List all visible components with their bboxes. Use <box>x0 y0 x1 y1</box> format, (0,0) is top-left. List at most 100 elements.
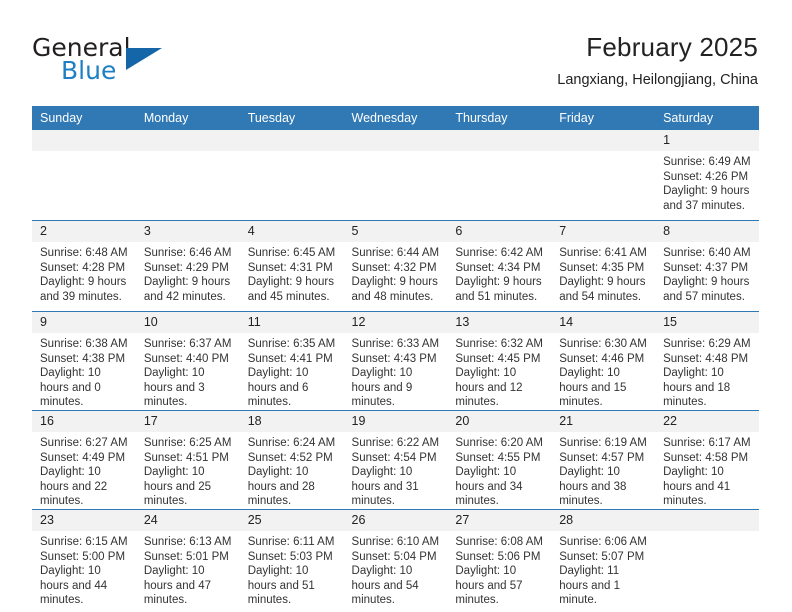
sunrise-text: Sunrise: 6:45 AM <box>247 247 336 259</box>
day-details: Sunrise: 6:27 AM Sunset: 4:49 PM Daylight:… <box>32 432 136 509</box>
day-number: 19 <box>343 410 448 432</box>
day-cell-inner: 14 Sunrise: 6:30 AM Sunset: 4:46 PM Dayligh… <box>551 312 656 410</box>
calendar-day-cell[interactable]: 4 Sunrise: 6:45 AM Sunset: 4:31 PM Daylight… <box>239 220 344 312</box>
calendar-day-cell[interactable]: 2 Sunrise: 6:48 AM Sunset: 4:28 PM Daylight… <box>32 220 136 312</box>
day-cell-inner <box>655 509 759 608</box>
calendar-day-cell[interactable]: 19 Sunrise: 6:22 AM Sunset: 4:54 PM Dayligh… <box>343 409 448 510</box>
calendar-day-cell[interactable]: 20 Sunrise: 6:20 AM Sunset: 4:55 PM Dayligh… <box>447 409 552 510</box>
sunrise-text: Sunrise: 6:27 AM <box>40 436 128 449</box>
calendar-day-cell-empty <box>135 130 240 221</box>
day-number: 26 <box>343 509 448 531</box>
daylight-text: Daylight: 10 hours and 41 minutes. <box>663 466 731 508</box>
day-cell-inner: 8 Sunrise: 6:40 AM Sunset: 4:37 PM Daylight… <box>655 221 759 311</box>
day-details: Sunrise: 6:38 AM Sunset: 4:38 PM Daylight:… <box>32 333 136 410</box>
daylight-text: Daylight: 9 hours and 54 minutes. <box>559 276 646 303</box>
sunset-text: Sunset: 5:03 PM <box>247 550 333 563</box>
day-cell-inner: 23 Sunrise: 6:15 AM Sunset: 5:00 PM Dayligh… <box>32 509 136 608</box>
calendar-day-cell[interactable]: 11 Sunrise: 6:35 AM Sunset: 4:41 PM Dayligh… <box>239 311 344 411</box>
day-cell-inner: 28 Sunrise: 6:06 AM Sunset: 5:07 PM Dayligh… <box>551 509 656 608</box>
day-number: 12 <box>343 312 448 333</box>
calendar-day-cell[interactable]: 22 Sunrise: 6:17 AM Sunset: 4:58 PM Dayligh… <box>655 409 759 510</box>
day-details: Sunrise: 6:44 AM Sunset: 4:32 PM Daylight:… <box>344 242 448 304</box>
day-cell-inner: 6 Sunrise: 6:42 AM Sunset: 4:34 PM Daylight… <box>447 221 552 311</box>
calendar-day-cell[interactable]: 9 Sunrise: 6:38 AM Sunset: 4:38 PM Daylight… <box>32 311 136 411</box>
calendar-day-cell[interactable]: 27 Sunrise: 6:08 AM Sunset: 5:06 PM Dayligh… <box>447 508 552 608</box>
sunset-text: Sunset: 4:35 PM <box>559 261 645 274</box>
day-number: 4 <box>239 221 344 242</box>
day-cell-inner: 7 Sunrise: 6:41 AM Sunset: 4:35 PM Daylight… <box>551 221 656 311</box>
day-number: 8 <box>655 221 759 242</box>
sunrise-text: Sunrise: 6:38 AM <box>40 338 128 350</box>
day-cell-inner <box>239 130 344 220</box>
day-cell-inner <box>447 130 552 220</box>
day-number: 23 <box>32 509 136 531</box>
sunrise-text: Sunrise: 6:13 AM <box>143 535 232 548</box>
day-cell-inner: 24 Sunrise: 6:13 AM Sunset: 5:01 PM Dayligh… <box>135 509 240 608</box>
day-details: Sunrise: 6:49 AM Sunset: 4:26 PM Daylight:… <box>655 151 759 213</box>
sunset-text: Sunset: 4:57 PM <box>559 451 645 464</box>
day-details: Sunrise: 6:41 AM Sunset: 4:35 PM Daylight:… <box>551 242 655 304</box>
sunrise-text: Sunrise: 6:25 AM <box>143 436 232 449</box>
day-number: 9 <box>32 312 136 333</box>
day-details: Sunrise: 6:17 AM Sunset: 4:58 PM Daylight:… <box>655 432 759 509</box>
day-cell-inner: 13 Sunrise: 6:32 AM Sunset: 4:45 PM Dayligh… <box>447 312 552 410</box>
calendar-day-cell[interactable]: 12 Sunrise: 6:33 AM Sunset: 4:43 PM Dayligh… <box>343 311 448 411</box>
daylight-text: Daylight: 10 hours and 57 minutes. <box>455 565 523 607</box>
daylight-text: Daylight: 10 hours and 6 minutes. <box>247 367 309 409</box>
sunrise-text: Sunrise: 6:40 AM <box>663 247 751 259</box>
calendar-day-cell[interactable]: 28 Sunrise: 6:06 AM Sunset: 5:07 PM Dayligh… <box>551 508 656 608</box>
day-details: Sunrise: 6:40 AM Sunset: 4:37 PM Daylight:… <box>655 242 759 304</box>
calendar-day-cell-empty <box>32 130 136 221</box>
day-number: 16 <box>32 410 136 432</box>
calendar-day-cell[interactable]: 23 Sunrise: 6:15 AM Sunset: 5:00 PM Dayligh… <box>32 508 136 608</box>
sunset-text: Sunset: 4:43 PM <box>351 352 437 365</box>
calendar-day-cell[interactable]: 1 Sunrise: 6:49 AM Sunset: 4:26 PM Daylight… <box>655 130 759 221</box>
calendar-day-cell[interactable]: 3 Sunrise: 6:46 AM Sunset: 4:29 PM Daylight… <box>135 220 240 312</box>
day-details: Sunrise: 6:06 AM Sunset: 5:07 PM Daylight:… <box>551 531 655 608</box>
weekday-header-tuesday: Tuesday <box>239 106 344 130</box>
calendar-day-cell[interactable]: 8 Sunrise: 6:40 AM Sunset: 4:37 PM Daylight… <box>655 220 759 312</box>
sunset-text: Sunset: 4:40 PM <box>143 352 229 365</box>
sunset-text: Sunset: 4:46 PM <box>559 352 645 365</box>
daylight-text: Daylight: 10 hours and 3 minutes. <box>143 367 205 409</box>
calendar-day-cell[interactable]: 25 Sunrise: 6:11 AM Sunset: 5:03 PM Dayligh… <box>239 508 344 608</box>
day-details: Sunrise: 6:22 AM Sunset: 4:54 PM Daylight:… <box>344 432 448 509</box>
day-details: Sunrise: 6:20 AM Sunset: 4:55 PM Daylight:… <box>447 432 551 509</box>
general-blue-logo[interactable]: General Blue <box>32 34 212 90</box>
day-details: Sunrise: 6:30 AM Sunset: 4:46 PM Daylight:… <box>551 333 655 410</box>
calendar-page: General Blue February 2025 Langxiang, He… <box>0 0 792 612</box>
calendar-day-cell[interactable]: 15 Sunrise: 6:29 AM Sunset: 4:48 PM Dayligh… <box>655 311 759 411</box>
sunrise-text: Sunrise: 6:49 AM <box>663 156 751 168</box>
day-cell-inner: 19 Sunrise: 6:22 AM Sunset: 4:54 PM Dayligh… <box>343 410 448 509</box>
calendar-day-cell[interactable]: 7 Sunrise: 6:41 AM Sunset: 4:35 PM Daylight… <box>551 220 656 312</box>
title-block: February 2025 Langxiang, Heilongjiang, C… <box>557 30 758 91</box>
calendar-day-cell[interactable]: 16 Sunrise: 6:27 AM Sunset: 4:49 PM Dayligh… <box>32 409 136 510</box>
day-details: Sunrise: 6:32 AM Sunset: 4:45 PM Daylight:… <box>447 333 551 410</box>
calendar-day-cell[interactable]: 21 Sunrise: 6:19 AM Sunset: 4:57 PM Dayligh… <box>551 409 656 510</box>
calendar-day-cell[interactable]: 6 Sunrise: 6:42 AM Sunset: 4:34 PM Daylight… <box>447 220 552 312</box>
day-number: 28 <box>551 509 656 531</box>
calendar-day-cell[interactable]: 26 Sunrise: 6:10 AM Sunset: 5:04 PM Dayligh… <box>343 508 448 608</box>
daylight-text: Daylight: 10 hours and 12 minutes. <box>455 367 523 409</box>
calendar-day-cell[interactable]: 18 Sunrise: 6:24 AM Sunset: 4:52 PM Dayligh… <box>239 409 344 510</box>
page-title: February 2025 <box>586 32 758 62</box>
day-cell-inner: 10 Sunrise: 6:37 AM Sunset: 4:40 PM Dayligh… <box>135 312 240 410</box>
sunset-text: Sunset: 5:07 PM <box>559 550 645 563</box>
day-cell-inner: 1 Sunrise: 6:49 AM Sunset: 4:26 PM Daylight… <box>655 130 759 220</box>
day-details: Sunrise: 6:15 AM Sunset: 5:00 PM Daylight:… <box>32 531 136 608</box>
day-number <box>239 130 344 151</box>
calendar-day-cell[interactable]: 17 Sunrise: 6:25 AM Sunset: 4:51 PM Dayligh… <box>135 409 240 510</box>
day-number: 7 <box>551 221 656 242</box>
day-number: 24 <box>135 509 240 531</box>
day-cell-inner: 16 Sunrise: 6:27 AM Sunset: 4:49 PM Dayligh… <box>32 410 136 509</box>
sunset-text: Sunset: 4:48 PM <box>663 352 749 365</box>
sunrise-text: Sunrise: 6:32 AM <box>455 338 543 350</box>
sunset-text: Sunset: 4:37 PM <box>663 261 749 274</box>
calendar-day-cell[interactable]: 10 Sunrise: 6:37 AM Sunset: 4:40 PM Dayligh… <box>135 311 240 411</box>
calendar-day-cell[interactable]: 5 Sunrise: 6:44 AM Sunset: 4:32 PM Daylight… <box>343 220 448 312</box>
sunrise-text: Sunrise: 6:24 AM <box>247 436 336 449</box>
calendar-day-cell[interactable]: 14 Sunrise: 6:30 AM Sunset: 4:46 PM Dayligh… <box>551 311 656 411</box>
calendar-day-cell[interactable]: 24 Sunrise: 6:13 AM Sunset: 5:01 PM Dayligh… <box>135 508 240 608</box>
calendar-day-cell[interactable]: 13 Sunrise: 6:32 AM Sunset: 4:45 PM Dayligh… <box>447 311 552 411</box>
daylight-text: Daylight: 9 hours and 45 minutes. <box>247 276 334 303</box>
